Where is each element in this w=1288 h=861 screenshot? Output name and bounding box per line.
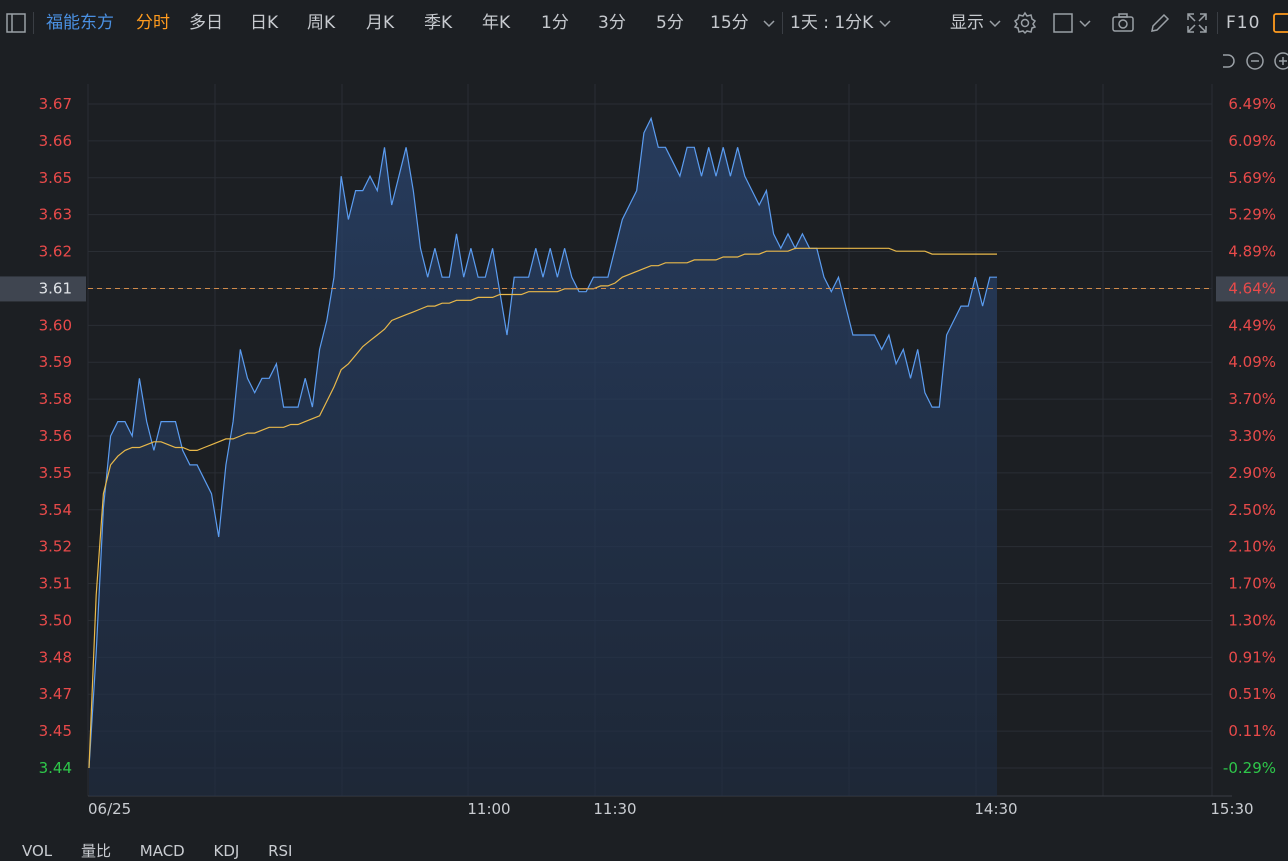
camera-icon[interactable] xyxy=(1111,11,1135,35)
price-tick-label: 3.52 xyxy=(39,538,72,556)
price-tick-label: 3.50 xyxy=(39,611,72,629)
pct-tick-label: 6.49% xyxy=(1228,95,1276,113)
tab-fenshi[interactable]: 分时 xyxy=(136,0,170,46)
tab-year-k[interactable]: 年K xyxy=(482,0,510,46)
price-tick-label: 3.66 xyxy=(39,132,72,150)
current-price-label: 3.61 xyxy=(39,279,72,297)
tab-3min[interactable]: 3分 xyxy=(598,0,626,46)
pct-tick-label: 3.30% xyxy=(1228,427,1276,445)
price-area xyxy=(89,118,997,796)
period-chevron-icon[interactable] xyxy=(876,14,894,32)
tab-week-k[interactable]: 周K xyxy=(307,0,335,46)
pct-tick-label: 4.89% xyxy=(1228,243,1276,261)
square-chevron-icon[interactable] xyxy=(1076,14,1094,32)
pct-tick-label: 1.30% xyxy=(1228,611,1276,629)
pct-tick-label: 0.51% xyxy=(1228,685,1276,703)
pencil-icon[interactable] xyxy=(1148,11,1172,35)
pct-tick-label: 0.91% xyxy=(1228,648,1276,666)
tab-15min[interactable]: 15分 xyxy=(710,0,749,46)
display-menu[interactable]: 显示 xyxy=(950,0,984,46)
period-select[interactable]: 1天 : 1分K xyxy=(790,0,873,46)
tab-kdj[interactable]: KDJ xyxy=(214,842,240,860)
chart-area: 3.67 6.49% 3.66 6.09% 3.65 5.69% 3.63 5.29% 3.62… xyxy=(0,46,1288,853)
fullscreen-icon[interactable] xyxy=(1185,11,1209,35)
pct-tick-label: 6.09% xyxy=(1228,132,1276,150)
x-tick-label: 06/25 xyxy=(88,800,131,818)
toolbar: 福能东方 分时 多日 日K 周K 月K 季K 年K 1分 3分 5分 15分 1… xyxy=(0,0,1288,46)
pct-tick-label: 1.70% xyxy=(1228,575,1276,593)
pct-tick-label: -0.29% xyxy=(1223,759,1276,777)
price-tick-label: 3.56 xyxy=(39,427,72,445)
pct-tick-label: 4.49% xyxy=(1228,316,1276,334)
indicator-tabs: VOL 量比 MACD KDJ RSI xyxy=(0,840,316,860)
f10-button[interactable]: F10 xyxy=(1226,0,1260,46)
price-tick-label: 3.47 xyxy=(39,685,72,703)
price-tick-label: 3.63 xyxy=(39,206,72,224)
panel-toggle-icon[interactable] xyxy=(1272,11,1288,35)
pct-tick-label: 2.10% xyxy=(1228,538,1276,556)
tab-5min[interactable]: 5分 xyxy=(656,0,684,46)
pct-tick-label: 5.69% xyxy=(1228,169,1276,187)
price-tick-label: 3.54 xyxy=(39,501,72,519)
tab-liangbi[interactable]: 量比 xyxy=(81,842,111,860)
tab-day-k[interactable]: 日K xyxy=(250,0,278,46)
pct-tick-label: 2.90% xyxy=(1228,464,1276,482)
price-tick-label: 3.58 xyxy=(39,390,72,408)
current-pct-label: 4.64% xyxy=(1228,279,1276,297)
x-tick-label: 15:30 xyxy=(1210,800,1253,818)
square-icon[interactable] xyxy=(1051,11,1075,35)
tab-vol[interactable]: VOL xyxy=(22,842,52,860)
tab-month-k[interactable]: 月K xyxy=(366,0,394,46)
intraday-chart[interactable]: 3.67 6.49% 3.66 6.09% 3.65 5.69% 3.63 5.29% 3.62… xyxy=(0,46,1288,853)
pct-tick-label: 0.11% xyxy=(1228,722,1276,740)
display-chevron-icon[interactable] xyxy=(986,14,1004,32)
pct-tick-label: 3.70% xyxy=(1228,390,1276,408)
tab-1min[interactable]: 1分 xyxy=(541,0,569,46)
price-tick-label: 3.44 xyxy=(39,759,72,777)
pct-tick-label: 4.09% xyxy=(1228,353,1276,371)
price-tick-label: 3.62 xyxy=(39,243,72,261)
pct-tick-label: 5.29% xyxy=(1228,206,1276,224)
tab-rsi[interactable]: RSI xyxy=(268,842,292,860)
stock-name[interactable]: 福能东方 xyxy=(46,0,114,46)
chevron-down-icon[interactable] xyxy=(760,14,778,32)
x-tick-label: 11:00 xyxy=(467,800,510,818)
gear-icon[interactable] xyxy=(1013,11,1037,35)
price-tick-label: 3.45 xyxy=(39,722,72,740)
tab-quarter-k[interactable]: 季K xyxy=(424,0,452,46)
x-tick-label: 14:30 xyxy=(974,800,1017,818)
price-tick-label: 3.51 xyxy=(39,575,72,593)
pct-tick-label: 2.50% xyxy=(1228,501,1276,519)
price-tick-label: 3.67 xyxy=(39,95,72,113)
price-tick-label: 3.48 xyxy=(39,648,72,666)
price-tick-label: 3.65 xyxy=(39,169,72,187)
tab-macd[interactable]: MACD xyxy=(140,842,185,860)
price-tick-label: 3.55 xyxy=(39,464,72,482)
tab-multiday[interactable]: 多日 xyxy=(189,0,223,46)
price-tick-label: 3.59 xyxy=(39,353,72,371)
price-tick-label: 3.60 xyxy=(39,316,72,334)
sidebar-toggle-icon[interactable] xyxy=(4,11,28,35)
x-tick-label: 11:30 xyxy=(593,800,636,818)
